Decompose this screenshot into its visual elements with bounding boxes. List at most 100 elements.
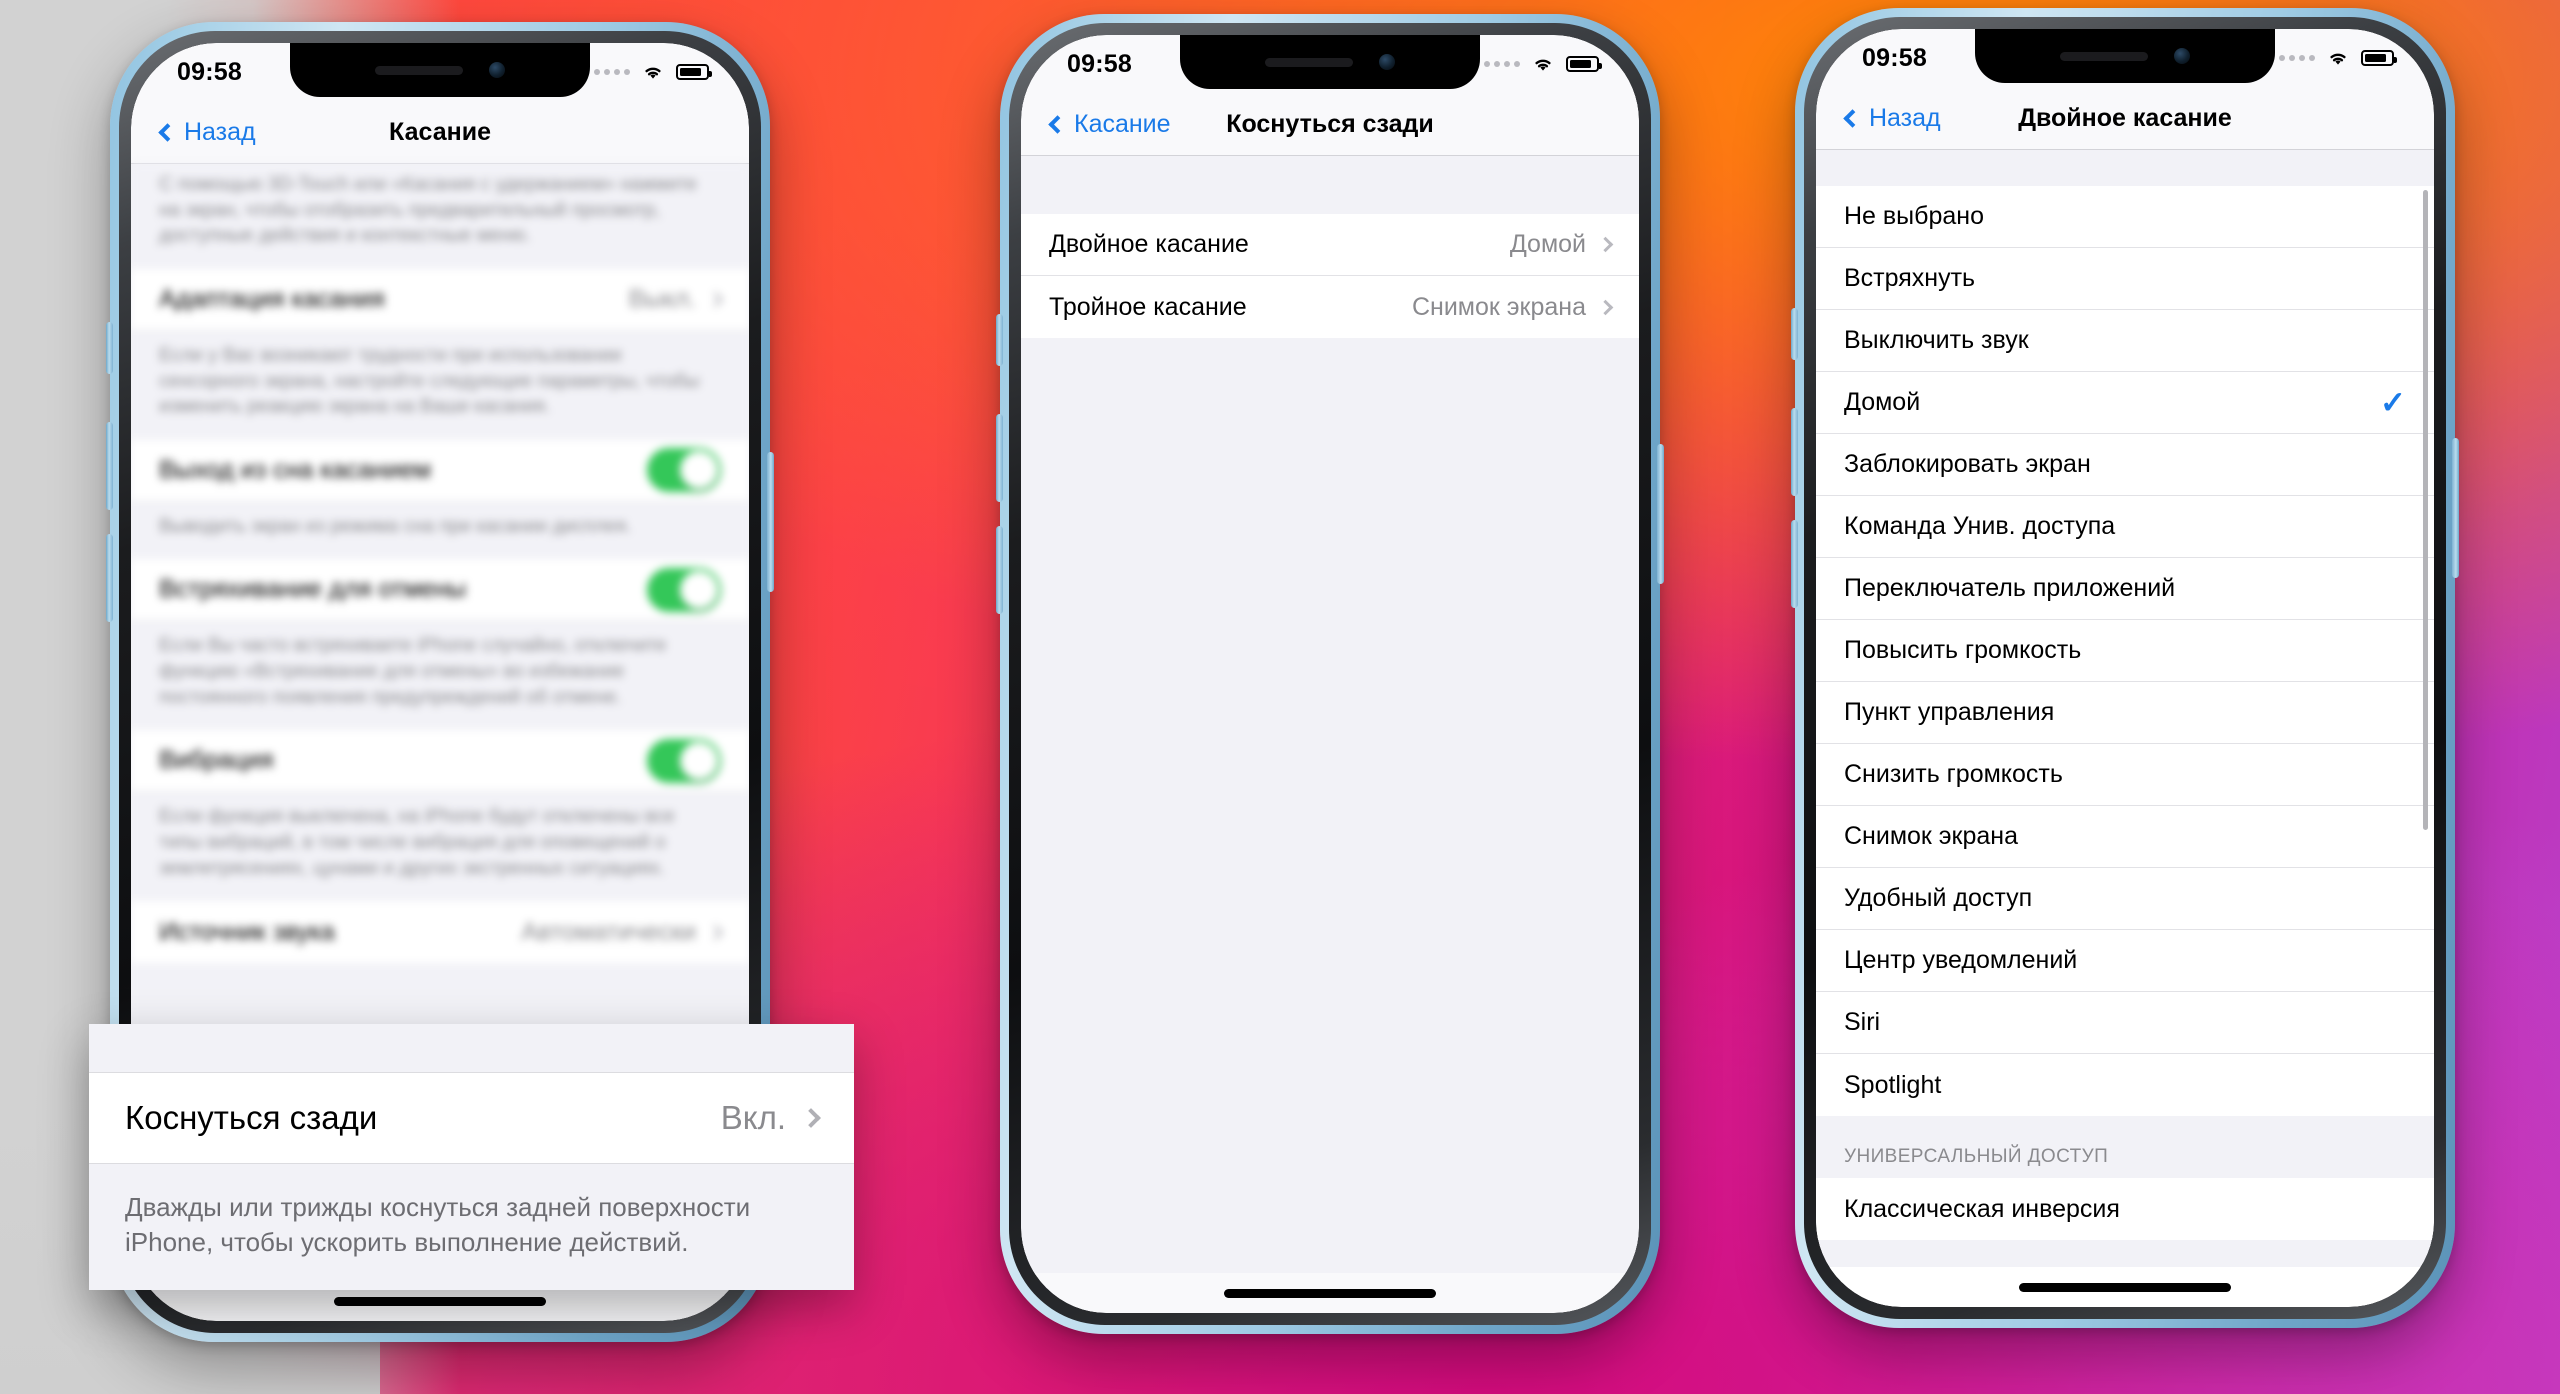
- list-item[interactable]: Домой ✓: [1816, 372, 2434, 434]
- notch-3: [1975, 29, 2275, 83]
- row-label: Выход из сна касанием: [159, 455, 431, 484]
- list-item[interactable]: Не выбрано: [1816, 186, 2434, 248]
- nav-bar-1: Назад Касание: [131, 101, 749, 164]
- nav-bar-2: Касание Коснуться сзади: [1021, 93, 1639, 156]
- action-options-group: Не выбрано Встряхнуть Выключить звук Домой ✓…: [1816, 186, 2434, 1116]
- nav-bar-3: Назад Двойное касание: [1816, 87, 2434, 150]
- earpiece-speaker-icon: [1265, 57, 1353, 67]
- chevron-right-icon: [801, 1108, 821, 1128]
- volume-down-button[interactable]: [1791, 520, 1798, 608]
- list-item[interactable]: Пункт управления: [1816, 682, 2434, 744]
- row-label: Вибрация: [159, 746, 274, 775]
- scroll-indicator[interactable]: [2423, 190, 2428, 830]
- row-triple-tap[interactable]: Тройное касание Снимок экрана: [1021, 276, 1639, 338]
- back-button-1[interactable]: Назад: [158, 118, 256, 147]
- row-value: Автоматически: [521, 917, 696, 946]
- phone-screen-2: 09:58 Касание Коснуться сзади Двойное ка…: [1021, 35, 1639, 1313]
- footnote-accommodations: Если у Вас возникают трудности при испол…: [131, 330, 749, 440]
- list-item[interactable]: Повысить громкость: [1816, 620, 2434, 682]
- side-power-button[interactable]: [767, 452, 774, 592]
- home-indicator-2[interactable]: [1224, 1288, 1436, 1298]
- list-item[interactable]: Встряхнуть: [1816, 248, 2434, 310]
- list-top-spacer: [1816, 150, 2434, 186]
- status-indicators: [594, 63, 712, 81]
- volume-up-button[interactable]: [996, 414, 1003, 502]
- volume-up-button[interactable]: [106, 422, 113, 510]
- status-time: 09:58: [1862, 43, 1927, 72]
- phone-bezel-2: 09:58 Касание Коснуться сзади Двойное ка…: [1009, 23, 1651, 1325]
- list-item[interactable]: Выключить звук: [1816, 310, 2434, 372]
- list-item[interactable]: Заблокировать экран: [1816, 434, 2434, 496]
- home-indicator-area-3: [1816, 1267, 2434, 1307]
- front-camera-icon: [2174, 48, 2190, 64]
- row-label: Встряхивание для отмены: [159, 575, 467, 604]
- row-label: Тройное касание: [1049, 292, 1247, 321]
- mute-switch[interactable]: [996, 314, 1003, 366]
- row-label: Двойное касание: [1049, 230, 1249, 258]
- status-time: 09:58: [177, 57, 242, 86]
- phone-device-2: 09:58 Касание Коснуться сзади Двойное ка…: [996, 14, 1664, 1334]
- mute-switch[interactable]: [106, 322, 113, 374]
- chevron-left-icon: [1048, 114, 1067, 134]
- list-item-label: Снизить громкость: [1844, 760, 2063, 788]
- list-item-label: Не выбрано: [1844, 202, 1984, 230]
- back-button-3[interactable]: Назад: [1843, 103, 1941, 133]
- chevron-right-icon: [1597, 299, 1614, 315]
- row-vibration[interactable]: Вибрация: [131, 730, 749, 793]
- list-item[interactable]: Центр уведомлений: [1816, 930, 2434, 992]
- row-label: Источник звука: [159, 917, 335, 946]
- list-item-label: Удобный доступ: [1844, 884, 2033, 912]
- list-item[interactable]: Spotlight: [1816, 1054, 2434, 1116]
- toggle-vibration[interactable]: [647, 738, 721, 783]
- row-touch-accommodations[interactable]: Адаптация касания Выкл.: [131, 268, 749, 331]
- notch-1: [290, 43, 590, 97]
- list-item[interactable]: Удобный доступ: [1816, 868, 2434, 930]
- row-tap-to-wake[interactable]: Выход из сна касанием: [131, 439, 749, 502]
- signal-dots-icon: [2279, 55, 2315, 61]
- volume-down-button[interactable]: [106, 534, 113, 622]
- side-power-button[interactable]: [2452, 438, 2459, 578]
- list-item[interactable]: Снизить громкость: [1816, 744, 2434, 806]
- side-power-button[interactable]: [1657, 444, 1664, 584]
- home-indicator-1[interactable]: [334, 1296, 546, 1306]
- back-tap-group: Двойное касание Домой Тройное касание Сн…: [1021, 214, 1639, 338]
- status-time: 09:58: [1067, 49, 1132, 78]
- list-item-label: Классическая инверсия: [1844, 1194, 2120, 1223]
- chevron-left-icon: [1843, 108, 1862, 128]
- row-call-audio-routing[interactable]: Источник звука Автоматически: [131, 901, 749, 964]
- callout-value: Вкл.: [720, 1099, 786, 1136]
- back-button-label: Назад: [1869, 103, 1941, 132]
- toggle-tap-to-wake[interactable]: [647, 448, 721, 493]
- battery-icon: [676, 64, 712, 80]
- row-double-tap[interactable]: Двойное касание Домой: [1021, 214, 1639, 276]
- list-item[interactable]: Переключатель приложений: [1816, 558, 2434, 620]
- list-item[interactable]: Снимок экрана: [1816, 806, 2434, 868]
- back-button-label: Касание: [1074, 109, 1171, 138]
- list-item-label: Снимок экрана: [1844, 822, 2019, 850]
- list-item[interactable]: Команда Унив. доступа: [1816, 496, 2434, 558]
- volume-up-button[interactable]: [1791, 408, 1798, 496]
- list-item[interactable]: Классическая инверсия: [1816, 1178, 2434, 1240]
- footnote-shake-to-undo: Если Вы часто встряхиваете iPhone случай…: [131, 621, 749, 731]
- volume-down-button[interactable]: [996, 526, 1003, 614]
- back-button-2[interactable]: Касание: [1048, 109, 1171, 139]
- row-value-wrap: Снимок экрана: [1412, 293, 1614, 322]
- wifi-icon: [1535, 59, 1551, 71]
- chevron-left-icon: [158, 122, 177, 142]
- phone-bezel-3: 09:58 Назад Двойное касание Не выбрано В…: [1804, 17, 2446, 1319]
- status-indicators: [2279, 49, 2397, 67]
- top-footnote: С помощью 3D-Touch или «Касания с удержа…: [131, 164, 749, 269]
- row-shake-to-undo[interactable]: Встряхивание для отмены: [131, 559, 749, 622]
- callout-value-wrap: Вкл.: [720, 1099, 821, 1137]
- notch-2: [1180, 35, 1480, 89]
- footnote-vibration: Если функция выключена, на iPhone будут …: [131, 792, 749, 902]
- row-value-wrap: Автоматически: [521, 917, 724, 947]
- toggle-shake-to-undo[interactable]: [647, 567, 721, 612]
- list-item[interactable]: Siri: [1816, 992, 2434, 1054]
- mute-switch[interactable]: [1791, 308, 1798, 360]
- callout-row-back-tap[interactable]: Коснуться сзади Вкл.: [89, 1072, 854, 1164]
- home-indicator-3[interactable]: [2019, 1282, 2231, 1292]
- phone-screen-3: 09:58 Назад Двойное касание Не выбрано В…: [1816, 29, 2434, 1307]
- front-camera-icon: [1379, 54, 1395, 70]
- phone-device-3: 09:58 Назад Двойное касание Не выбрано В…: [1791, 8, 2459, 1328]
